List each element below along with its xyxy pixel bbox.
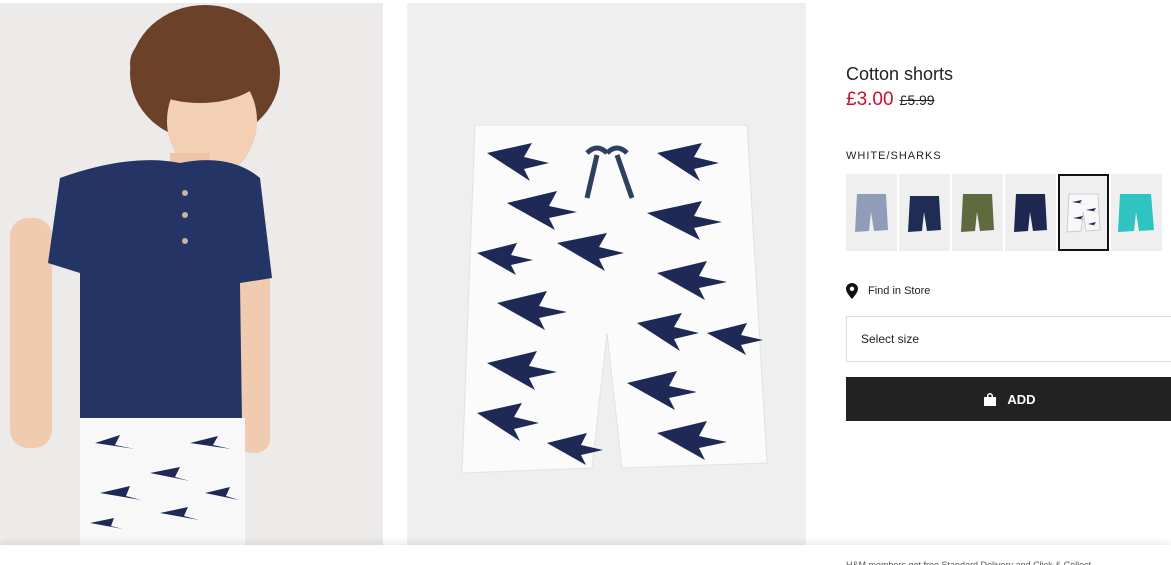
- product-details: Cotton shorts £3.00 £5.99 WHITE/SHARKS F…: [846, 0, 1171, 565]
- product-image: [407, 3, 806, 545]
- original-price: £5.99: [899, 92, 935, 108]
- location-pin-icon: [846, 283, 858, 299]
- swatch-blue-white-stripe[interactable]: [846, 174, 897, 251]
- swatch-khaki-camo[interactable]: [952, 174, 1003, 251]
- swatch-image: [1005, 174, 1056, 251]
- find-in-store-label: Find in Store: [868, 285, 931, 297]
- add-to-bag-button[interactable]: ADD: [846, 377, 1171, 421]
- footer-text: H&M members get free Standard Delivery a…: [846, 560, 1092, 565]
- swatch-dark-blue[interactable]: [899, 174, 950, 251]
- color-swatches: [846, 174, 1162, 251]
- swatch-white-sharks[interactable]: [1058, 174, 1109, 251]
- size-select[interactable]: Select size: [846, 316, 1171, 362]
- swatch-image: [899, 174, 950, 251]
- swatch-image: [1058, 174, 1109, 251]
- sale-price: £3.00: [846, 89, 894, 110]
- product-photo[interactable]: [407, 3, 806, 545]
- product-title: Cotton shorts: [846, 64, 954, 84]
- footer-bar: H&M members get free Standard Delivery a…: [0, 545, 1171, 565]
- swatch-navy[interactable]: [1005, 174, 1056, 251]
- color-name: WHITE/SHARKS: [846, 150, 942, 162]
- add-to-bag-label: ADD: [1007, 391, 1036, 407]
- size-select-placeholder: Select size: [861, 332, 920, 346]
- swatch-turquoise[interactable]: [1111, 174, 1162, 251]
- price-row: £3.00 £5.99: [846, 89, 935, 111]
- swatch-image: [952, 174, 1003, 251]
- model-image: [0, 3, 383, 545]
- swatch-image: [846, 174, 897, 251]
- shopping-bag-icon: [984, 392, 997, 406]
- model-photo[interactable]: [0, 3, 383, 545]
- swatch-image: [1111, 174, 1162, 251]
- find-in-store[interactable]: Find in Store: [846, 283, 930, 299]
